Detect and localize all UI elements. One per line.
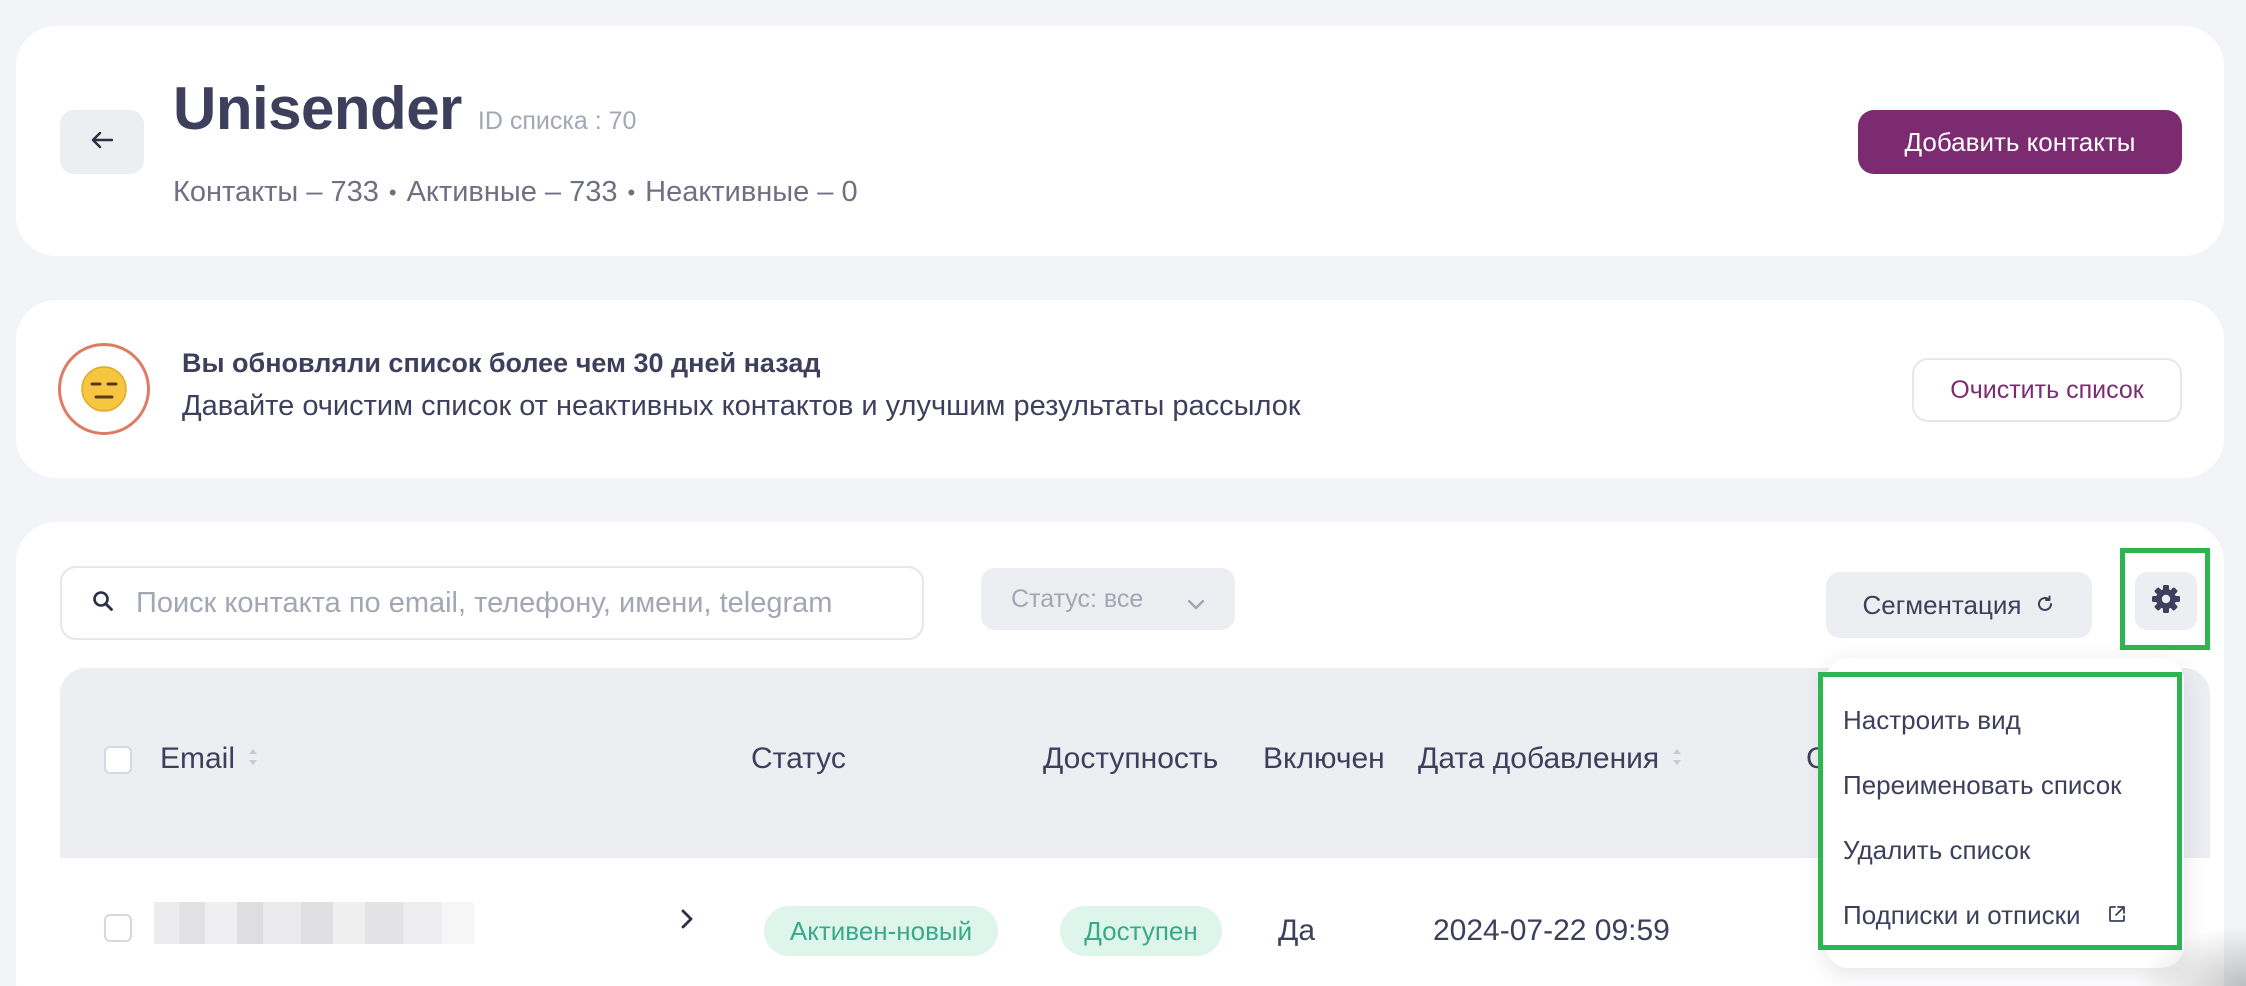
column-date-added-label: Дата добавления [1418, 742, 1660, 775]
stat-contacts: Контакты – 733 [173, 176, 379, 208]
stale-list-notice: Вы обновляли список более чем 30 дней на… [16, 300, 2224, 478]
menu-item-rename-list[interactable]: Переименовать список [1843, 770, 2122, 801]
chevron-right-icon[interactable] [680, 908, 694, 935]
column-status-label: Статус [751, 742, 846, 775]
arrow-left-icon [91, 131, 114, 154]
column-email-label: Email [160, 742, 236, 775]
segmentation-button[interactable]: Сегментация [1826, 572, 2092, 638]
column-email[interactable]: Email [160, 742, 259, 776]
column-availability: Доступность [1043, 742, 1218, 776]
refresh-icon [2035, 590, 2055, 621]
settings-button[interactable] [2135, 572, 2197, 630]
row-checkbox[interactable] [104, 914, 132, 942]
list-header-card: Unisender ID списка : 70 Контакты – 733 … [16, 26, 2224, 256]
search-input[interactable] [136, 586, 896, 620]
checkbox[interactable] [104, 914, 132, 942]
column-availability-label: Доступность [1043, 742, 1219, 775]
notice-text: Давайте очистим список от неактивных кон… [182, 390, 1301, 422]
stat-inactive: Неактивные – 0 [645, 176, 858, 208]
date-added-cell: 2024-07-22 09:59 [1433, 914, 1670, 947]
add-contacts-button[interactable]: Добавить контакты [1858, 110, 2182, 174]
status-filter-select[interactable]: Статус: все [981, 568, 1235, 630]
enabled-cell: Да [1278, 914, 1316, 947]
email-redacted [154, 902, 474, 944]
sort-icon[interactable] [1671, 742, 1683, 776]
status-badge: Активен-новый [764, 906, 998, 956]
notice-title: Вы обновляли список более чем 30 дней на… [182, 348, 821, 378]
menu-item-customize-view[interactable]: Настроить вид [1843, 705, 2021, 736]
segmentation-label: Сегментация [1862, 589, 2022, 620]
search-field[interactable] [60, 566, 924, 640]
chevron-down-icon [1187, 589, 1205, 618]
menu-item-delete-list[interactable]: Удалить список [1843, 835, 2030, 866]
select-all-checkbox[interactable] [104, 746, 132, 774]
column-date-added[interactable]: Дата добавления [1418, 742, 1683, 776]
settings-highlight [2120, 548, 2210, 650]
neutral-face-icon [58, 343, 150, 435]
stat-active: Активные – 733 [406, 176, 618, 208]
stat-separator: • [388, 179, 397, 205]
stat-separator: • [627, 179, 636, 205]
status-filter-label: Статус: все [1011, 584, 1144, 613]
sort-icon[interactable] [247, 742, 259, 776]
settings-menu: Настроить вид Переименовать список Удали… [1818, 672, 2182, 950]
search-icon [92, 590, 114, 617]
column-enabled-label: Включен [1263, 742, 1385, 775]
clean-list-button[interactable]: Очистить список [1912, 358, 2182, 422]
page-title: Unisender [173, 75, 462, 142]
menu-item-subscriptions[interactable]: Подписки и отписки [1843, 900, 2127, 931]
availability-badge: Доступен [1060, 906, 1222, 956]
external-link-icon [2107, 900, 2127, 931]
column-status: Статус [751, 742, 846, 776]
gear-icon [2150, 583, 2182, 620]
back-button[interactable] [60, 110, 144, 174]
column-enabled: Включен [1263, 742, 1385, 776]
checkbox[interactable] [104, 746, 132, 774]
list-stats: Контакты – 733 • Активные – 733 • Неакти… [173, 176, 858, 209]
corner-shadow [2136, 926, 2246, 986]
menu-item-subscriptions-label: Подписки и отписки [1843, 900, 2081, 930]
title-row: Unisender ID списка : 70 [173, 74, 636, 143]
list-id: ID списка : 70 [477, 107, 637, 135]
